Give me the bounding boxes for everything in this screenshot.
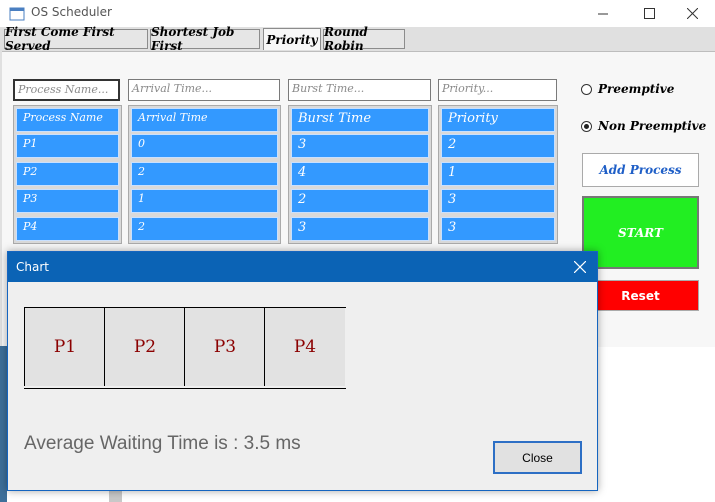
tab-bar: First Come First Served Shortest Job Fir… [0,25,715,53]
table-cell[interactable]: 1 [441,162,555,186]
close-icon [686,8,698,19]
process-name-column: Process Name P1 P2 P3 P4 [13,105,122,244]
column-header-burst-time: Burst Time [291,108,429,132]
column-header-process-name: Process Name [16,108,119,132]
column-header-priority: Priority [441,108,555,132]
table-cell[interactable]: P2 [16,162,119,186]
table-cell[interactable]: P3 [16,189,119,213]
dialog-close-x-button[interactable] [569,256,591,278]
radio-unchecked-icon [581,83,592,95]
process-name-input[interactable]: Process Name... [13,79,120,101]
gantt-block: P3 [184,308,265,386]
chart-dialog: Chart P1 P2 P3 P4 Average Waiting Time i… [7,251,598,491]
maximize-button[interactable] [626,0,672,27]
gantt-block: P4 [264,308,345,386]
close-icon [574,261,586,273]
tab-sjf[interactable]: Shortest Job First [150,25,260,53]
gantt-block: P1 [24,308,105,386]
table-cell[interactable]: 2 [441,134,555,158]
table-cell[interactable]: 1 [131,189,278,213]
table-cell[interactable]: 2 [291,189,429,213]
table-cell[interactable]: 0 [131,134,278,158]
background-scrollbar [109,491,122,502]
minimize-button[interactable] [580,0,626,27]
gantt-block: P2 [104,308,185,386]
title-bar: OS Scheduler [0,0,715,27]
maximize-icon [643,8,655,19]
tab-round-robin[interactable]: Round Robin [323,25,405,53]
close-window-button[interactable] [669,0,715,27]
arrival-time-column: Arrival Time 0 2 1 2 [128,105,281,244]
table-cell[interactable]: 3 [441,217,555,241]
background-window-edge [0,346,7,502]
preemptive-radio[interactable]: Preemptive [581,82,674,96]
dialog-title-bar: Chart [8,252,597,282]
app-icon [9,7,25,21]
table-cell[interactable]: 3 [441,189,555,213]
priority-input[interactable]: Priority... [438,79,557,101]
table-cell[interactable]: 2 [131,217,278,241]
minimize-icon [597,13,608,15]
burst-time-column: Burst Time 3 4 2 3 [288,105,432,244]
average-waiting-time-text: Average Waiting Time is : 3.5 ms [24,433,301,454]
tab-priority[interactable]: Priority [263,28,321,50]
non-preemptive-radio[interactable]: Non Preemptive [581,119,706,133]
dialog-close-button[interactable]: Close [493,441,582,474]
table-cell[interactable]: 3 [291,134,429,158]
priority-column: Priority 2 1 3 3 [438,105,558,244]
gantt-chart: P1 P2 P3 P4 [24,307,346,389]
tab-fcfs[interactable]: First Come First Served [4,25,148,53]
reset-button[interactable]: Reset [582,280,699,311]
burst-time-input[interactable]: Burst Time... [288,79,431,101]
add-process-button[interactable]: Add Process [582,153,699,187]
table-cell[interactable]: 3 [291,217,429,241]
non-preemptive-label: Non Preemptive [598,119,707,133]
table-cell[interactable]: P4 [16,217,119,241]
dialog-title: Chart [16,260,49,274]
radio-checked-icon [581,120,592,132]
preemptive-label: Preemptive [598,82,675,96]
start-button[interactable]: START [582,196,699,269]
table-cell[interactable]: 2 [131,162,278,186]
table-cell[interactable]: 4 [291,162,429,186]
arrival-time-input[interactable]: Arrival Time... [128,79,280,101]
table-cell[interactable]: P1 [16,134,119,158]
column-header-arrival-time: Arrival Time [131,108,278,132]
window-title: OS Scheduler [31,5,112,19]
